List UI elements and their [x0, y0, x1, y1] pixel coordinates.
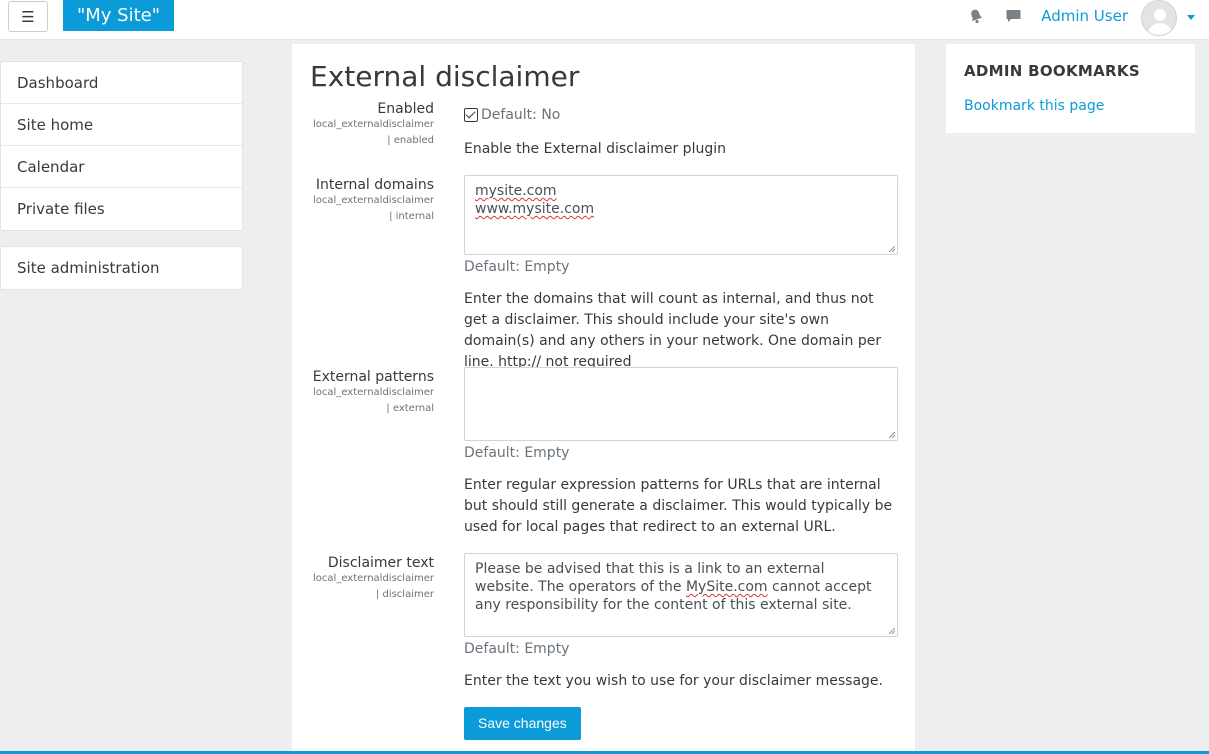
default-value: Default: Empty [464, 445, 570, 461]
user-name-link[interactable]: Admin User [1041, 7, 1128, 25]
textarea-text-link: MySite.com [685, 579, 768, 595]
chat-icon[interactable] [1004, 7, 1022, 25]
setting-label-disclaimer: Disclaimer text local_externaldisclaimer… [274, 555, 434, 603]
textarea-line: mysite.com [475, 183, 557, 199]
bell-icon[interactable] [967, 7, 985, 25]
chevron-down-icon[interactable] [1187, 15, 1195, 20]
enabled-checkbox[interactable] [464, 108, 478, 122]
avatar-head [1154, 9, 1166, 21]
resize-grip-icon[interactable] [889, 432, 895, 438]
setting-key: | disclaimer [375, 589, 434, 600]
setting-description: Enter regular expression patterns for UR… [464, 477, 893, 535]
sidebar-item-site-administration[interactable]: Site administration [1, 247, 242, 289]
external-patterns-textarea[interactable] [464, 367, 898, 441]
textarea-line: www.mysite.com [475, 201, 595, 217]
top-navbar: ☰ "My Site" Admin User [0, 0, 1209, 40]
admin-bookmarks-block: ADMIN BOOKMARKS Bookmark this page [946, 44, 1195, 133]
sidebar-item-dashboard[interactable]: Dashboard [1, 62, 242, 104]
setting-label-internal: Internal domains local_externaldisclaime… [274, 177, 434, 225]
avatar[interactable] [1141, 0, 1177, 36]
setting-description: Enter the domains that will count as int… [464, 291, 882, 370]
enabled-checkbox-row: Default: No [464, 107, 898, 123]
external-control: Default: Empty Enter regular expression … [464, 367, 898, 538]
default-value: Default: Empty [464, 641, 570, 657]
resize-grip-icon[interactable] [889, 246, 895, 252]
setting-key: local_externaldisclaimer [313, 119, 434, 130]
page-title: External disclaimer [310, 60, 580, 93]
save-changes-button[interactable]: Save changes [464, 707, 581, 740]
setting-title: Disclaimer text [327, 555, 434, 571]
setting-title: Enabled [377, 101, 434, 117]
sidebar-item-site-home[interactable]: Site home [1, 104, 242, 146]
disclaimer-textarea[interactable]: Please be advised that this is a link to… [464, 553, 898, 637]
resize-grip-icon[interactable] [889, 628, 895, 634]
setting-description: Enable the External disclaimer plugin [464, 141, 726, 157]
default-value: Default: Empty [464, 259, 570, 275]
bookmark-page-link[interactable]: Bookmark this page [964, 98, 1104, 114]
sidebar-item-private-files[interactable]: Private files [1, 188, 242, 230]
setting-key: local_externaldisclaimer [313, 195, 434, 206]
sidebar-item-calendar[interactable]: Calendar [1, 146, 242, 188]
nav-drawer: Dashboard Site home Calendar Private fil… [0, 61, 243, 231]
setting-description: Enter the text you wish to use for your … [464, 673, 883, 689]
avatar-body [1148, 23, 1172, 35]
setting-key: | external [386, 403, 434, 414]
setting-title: External patterns [312, 369, 434, 385]
setting-label-external: External patterns local_externaldisclaim… [274, 369, 434, 417]
hamburger-icon[interactable]: ☰ [8, 1, 48, 32]
site-name-link[interactable]: "My Site" [63, 0, 175, 31]
default-value: Default: No [481, 107, 561, 123]
internal-domains-textarea[interactable]: mysite.com www.mysite.com [464, 175, 898, 255]
setting-label-enabled: Enabled local_externaldisclaimer | enabl… [274, 101, 434, 149]
setting-key: local_externaldisclaimer [313, 573, 434, 584]
setting-key: | internal [389, 211, 434, 222]
nav-drawer-admin: Site administration [0, 246, 243, 290]
disclaimer-control: Please be advised that this is a link to… [464, 553, 898, 692]
block-title: ADMIN BOOKMARKS [964, 62, 1140, 80]
internal-control: mysite.com www.mysite.com Default: Empty… [464, 175, 898, 373]
enabled-control: Default: No Enable the External disclaim… [464, 107, 898, 160]
setting-key: local_externaldisclaimer [313, 387, 434, 398]
setting-key: | enabled [387, 135, 434, 146]
setting-title: Internal domains [315, 177, 434, 193]
user-menu-area: Admin User [967, 0, 1195, 36]
main-content: External disclaimer Enabled local_extern… [292, 44, 915, 754]
